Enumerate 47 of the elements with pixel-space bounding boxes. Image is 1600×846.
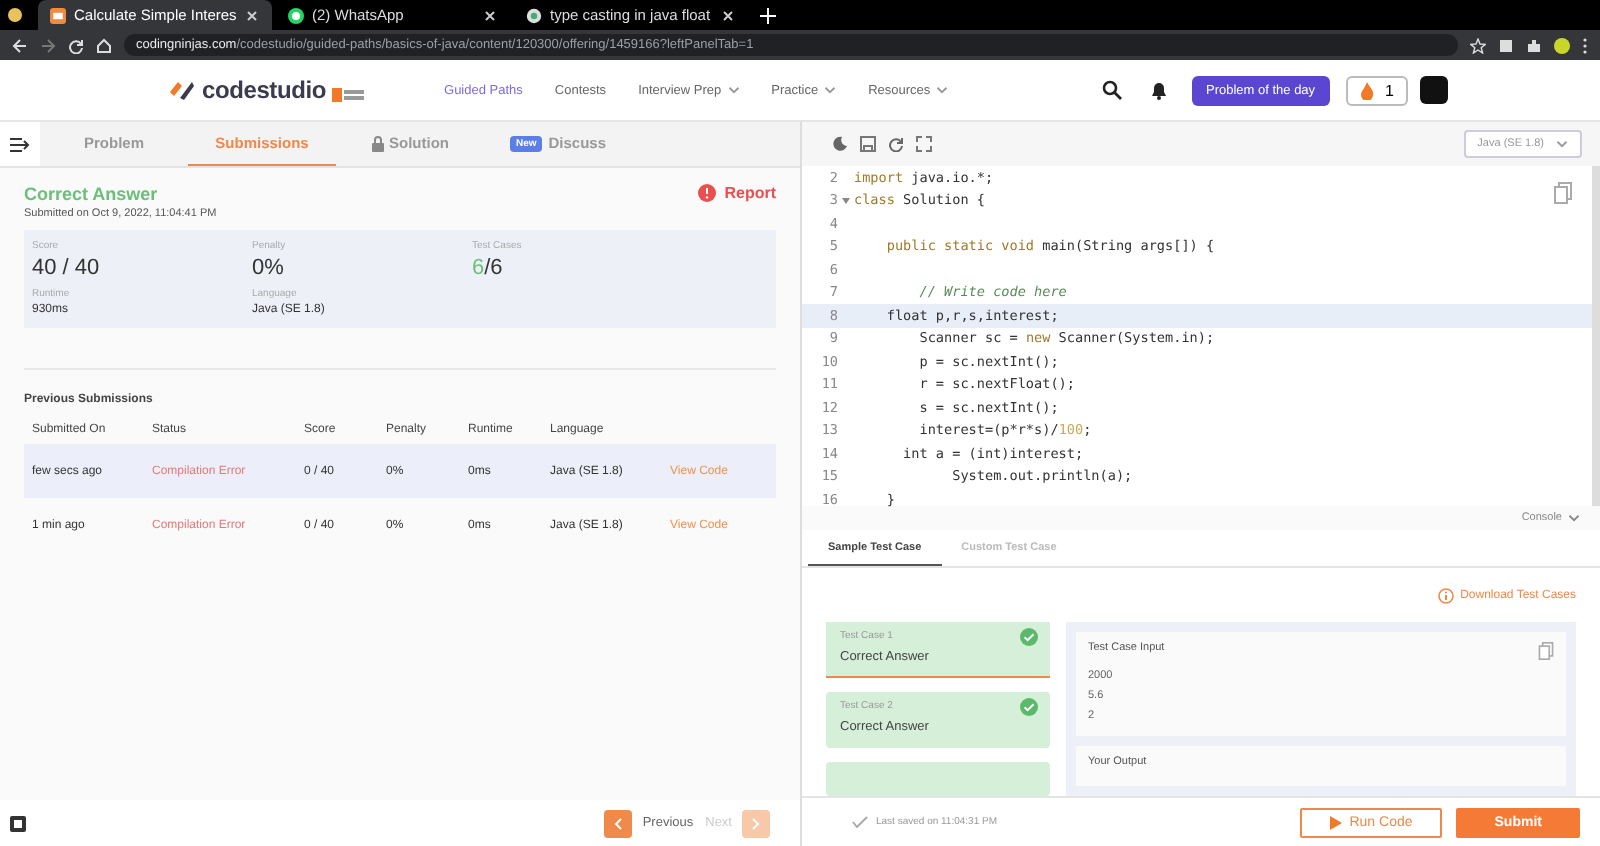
- check-icon: [1020, 628, 1038, 646]
- caret-icon: [1556, 140, 1568, 148]
- expand-icon[interactable]: [916, 136, 932, 152]
- lock-icon: [371, 135, 383, 151]
- stat-value: 0%: [252, 256, 286, 280]
- avatar-icon[interactable]: [1554, 37, 1570, 53]
- star-icon[interactable]: [1470, 37, 1486, 53]
- check-icon: [1020, 697, 1038, 716]
- menu-icon[interactable]: [10, 137, 30, 151]
- check-icon: [852, 816, 868, 828]
- forward-icon[interactable]: [40, 37, 56, 53]
- moon-icon[interactable]: [832, 136, 848, 152]
- alert-icon: [698, 184, 717, 202]
- back-icon[interactable]: [12, 37, 28, 53]
- streak-counter[interactable]: 1: [1345, 75, 1408, 105]
- save-icon[interactable]: [860, 136, 876, 152]
- search-icon[interactable]: [1101, 80, 1122, 100]
- profile-icon[interactable]: [8, 8, 22, 22]
- app-icon[interactable]: [10, 815, 26, 831]
- logo-text[interactable]: codestudio: [202, 76, 327, 104]
- stat-value: 6/6: [472, 256, 505, 280]
- globe-icon: [526, 7, 542, 23]
- caret-icon: [1568, 514, 1580, 522]
- report-link[interactable]: Report: [698, 184, 776, 202]
- chevron-left-icon: [614, 817, 623, 829]
- more-icon[interactable]: [1582, 37, 1588, 53]
- play-icon: [1329, 815, 1342, 829]
- stat-value: 40 / 40: [32, 256, 102, 280]
- logo-icon: [168, 78, 196, 102]
- reload-icon[interactable]: [68, 37, 84, 53]
- extension-icon[interactable]: [1498, 37, 1514, 53]
- close-icon[interactable]: [482, 7, 498, 23]
- info-icon: [1438, 588, 1455, 604]
- new-tab-icon[interactable]: [760, 7, 776, 23]
- bell-icon[interactable]: [1149, 80, 1168, 100]
- home-icon[interactable]: [96, 37, 112, 53]
- chat-icon: [288, 7, 304, 23]
- result-status: Correct Answer: [24, 184, 160, 204]
- chevron-right-icon: [752, 817, 760, 829]
- close-icon[interactable]: [244, 7, 260, 23]
- close-icon[interactable]: [720, 7, 736, 23]
- refresh-icon[interactable]: [888, 136, 904, 152]
- flame-icon: [1359, 81, 1374, 99]
- fold-icon[interactable]: [842, 197, 850, 204]
- partner-logo-icon: [332, 88, 365, 102]
- site-icon: [50, 7, 66, 23]
- user-avatar[interactable]: [1420, 76, 1448, 104]
